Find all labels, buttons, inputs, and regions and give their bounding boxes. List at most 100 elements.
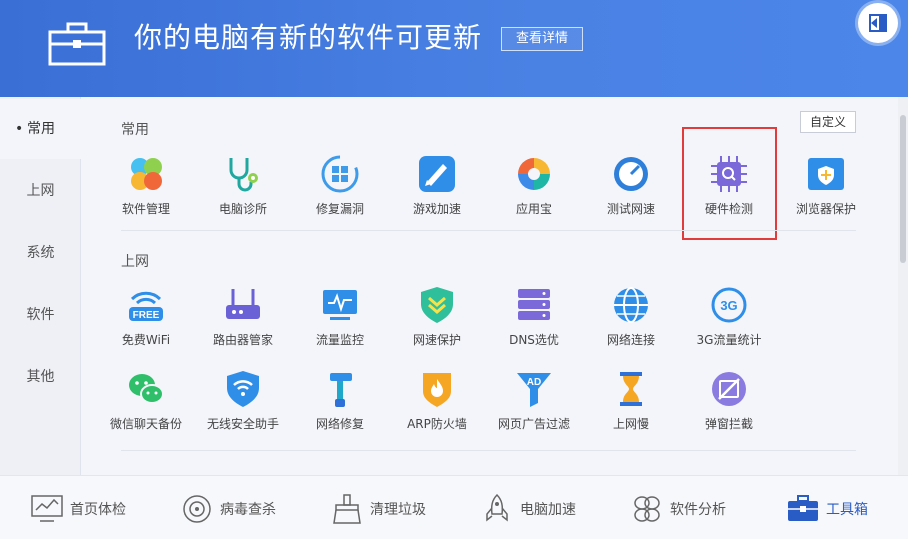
toolbox-chest-icon bbox=[48, 22, 106, 66]
windows-repair-icon bbox=[321, 155, 359, 193]
update-notice-title: 你的电脑有新的软件可更新 bbox=[134, 21, 483, 54]
view-details-button[interactable]: 查看详情 bbox=[501, 27, 583, 51]
nav-virus-scan[interactable]: 病毒查杀 bbox=[180, 494, 276, 524]
tile-label: 软件管理 bbox=[121, 202, 170, 216]
app-store-icon bbox=[518, 158, 550, 190]
nav-label: 首页体检 bbox=[70, 502, 126, 518]
firewall-icon bbox=[423, 373, 451, 407]
svg-text:AD: AD bbox=[527, 377, 541, 388]
free-wifi-icon: FREE bbox=[129, 291, 163, 321]
tile-label: 网页广告过滤 bbox=[497, 417, 570, 431]
tile-app-store[interactable]: 应用宝 bbox=[489, 154, 579, 234]
tile-label: 免费WiFi bbox=[121, 333, 171, 347]
game-boost-icon bbox=[419, 156, 455, 192]
tile-slow-internet[interactable]: 上网慢 bbox=[586, 369, 676, 449]
nav-label: 病毒查杀 bbox=[220, 502, 276, 518]
tile-network-repair[interactable]: 网络修复 bbox=[295, 369, 385, 449]
tile-label: 流量监控 bbox=[315, 333, 364, 347]
section-title-common: 常用 bbox=[121, 122, 149, 138]
tile-dns-optimize[interactable]: DNS选优 bbox=[489, 285, 579, 365]
tile-3g-traffic[interactable]: 3G 3G流量统计 bbox=[684, 285, 774, 365]
svg-text:FREE: FREE bbox=[133, 310, 160, 321]
exit-toolbox-button[interactable] bbox=[858, 3, 898, 43]
nav-home-check[interactable]: 首页体检 bbox=[30, 494, 126, 524]
clover-icon bbox=[131, 158, 162, 190]
tile-label: 网络修复 bbox=[315, 417, 364, 431]
speed-shield-icon bbox=[421, 287, 453, 323]
tile-label: 电脑诊所 bbox=[218, 202, 267, 216]
nav-label: 清理垃圾 bbox=[370, 502, 426, 518]
monitor-check-icon bbox=[31, 495, 63, 522]
tile-label: 网速保护 bbox=[412, 333, 461, 347]
nav-software-analysis[interactable]: 软件分析 bbox=[630, 494, 726, 524]
customize-button[interactable]: 自定义 bbox=[800, 111, 856, 133]
tile-label: DNS选优 bbox=[509, 333, 559, 347]
nav-clean-junk[interactable]: 清理垃圾 bbox=[330, 494, 426, 524]
tile-software-manager[interactable]: 软件管理 bbox=[101, 154, 191, 234]
svg-text:3G: 3G bbox=[720, 298, 737, 313]
globe-icon bbox=[614, 287, 648, 323]
sidebar-item-other[interactable]: 其他 bbox=[0, 347, 81, 407]
tile-label: 浏览器保护 bbox=[795, 202, 856, 216]
category-sidebar: 常用 上网 系统 软件 其他 bbox=[0, 97, 82, 475]
tile-label: 弹窗拦截 bbox=[704, 417, 753, 431]
header-banner: 你的电脑有新的软件可更新 查看详情 bbox=[0, 0, 908, 97]
tile-arp-firewall[interactable]: ARP防火墙 bbox=[392, 369, 482, 449]
stethoscope-icon bbox=[229, 158, 258, 192]
toolbox-icon bbox=[788, 495, 818, 521]
tile-router-manager[interactable]: 路由器管家 bbox=[198, 285, 288, 365]
tile-label: 测试网速 bbox=[606, 202, 655, 216]
tool-grid: 常用 自定义 软件管理 电脑诊所 修复漏洞 游戏加速 应用宝 测试网速 硬件检测… bbox=[81, 97, 908, 475]
section-divider bbox=[121, 450, 856, 451]
wifi-shield-icon bbox=[227, 371, 259, 407]
target-icon bbox=[183, 495, 211, 523]
tile-label: 3G流量统计 bbox=[696, 333, 762, 347]
sidebar-item-network[interactable]: 上网 bbox=[0, 161, 81, 221]
hammer-icon bbox=[330, 373, 352, 407]
tile-label: ARP防火墙 bbox=[407, 417, 467, 431]
router-icon bbox=[226, 289, 260, 319]
sidebar-item-system[interactable]: 系统 bbox=[0, 223, 81, 283]
tile-browser-protect[interactable]: 浏览器保护 bbox=[781, 154, 871, 234]
scrollbar-thumb[interactable] bbox=[900, 115, 906, 263]
tile-speed-protect[interactable]: 网速保护 bbox=[392, 285, 482, 365]
tile-ad-filter[interactable]: AD 网页广告过滤 bbox=[489, 369, 579, 449]
tile-game-boost[interactable]: 游戏加速 bbox=[392, 154, 482, 234]
browser-shield-icon bbox=[808, 158, 844, 190]
tile-free-wifi[interactable]: FREE 免费WiFi bbox=[101, 285, 191, 365]
tile-network-connect[interactable]: 网络连接 bbox=[586, 285, 676, 365]
dns-server-icon bbox=[518, 289, 550, 320]
tile-label: 无线安全助手 bbox=[206, 417, 279, 431]
tile-label: 路由器管家 bbox=[212, 333, 273, 347]
tile-label: 游戏加速 bbox=[412, 202, 461, 216]
traffic-monitor-icon bbox=[323, 290, 357, 320]
3g-icon: 3G bbox=[711, 287, 747, 323]
nav-toolbox[interactable]: 工具箱 bbox=[786, 494, 868, 524]
tile-label: 应用宝 bbox=[515, 202, 552, 216]
tile-popup-block[interactable]: 弹窗拦截 bbox=[684, 369, 774, 449]
fan-icon bbox=[634, 496, 660, 522]
nav-pc-speedup[interactable]: 电脑加速 bbox=[480, 494, 576, 524]
wechat-icon bbox=[129, 374, 164, 404]
ad-filter-icon: AD bbox=[517, 373, 551, 407]
hourglass-icon bbox=[620, 372, 642, 406]
sidebar-item-common[interactable]: 常用 bbox=[0, 99, 82, 159]
bottom-navigation: 首页体检 病毒查杀 清理垃圾 电脑加速 软件分析 工具箱 bbox=[0, 475, 908, 539]
section-title-network: 上网 bbox=[121, 254, 149, 270]
selection-highlight bbox=[682, 127, 777, 240]
sidebar-item-software[interactable]: 软件 bbox=[0, 285, 81, 345]
tile-wireless-security[interactable]: 无线安全助手 bbox=[198, 369, 288, 449]
tile-traffic-monitor[interactable]: 流量监控 bbox=[295, 285, 385, 365]
speedometer-icon bbox=[614, 157, 648, 191]
popup-block-icon bbox=[712, 372, 746, 406]
tile-label: 微信聊天备份 bbox=[109, 417, 182, 431]
broom-icon bbox=[333, 494, 361, 524]
nav-label: 软件分析 bbox=[670, 502, 726, 518]
nav-label: 工具箱 bbox=[826, 502, 868, 518]
tile-pc-clinic[interactable]: 电脑诊所 bbox=[198, 154, 288, 234]
tile-label: 上网慢 bbox=[612, 417, 649, 431]
section-divider bbox=[121, 230, 856, 231]
tile-fix-vulnerabilities[interactable]: 修复漏洞 bbox=[295, 154, 385, 234]
tile-wechat-backup[interactable]: 微信聊天备份 bbox=[101, 369, 191, 449]
tile-speed-test[interactable]: 测试网速 bbox=[586, 154, 676, 234]
